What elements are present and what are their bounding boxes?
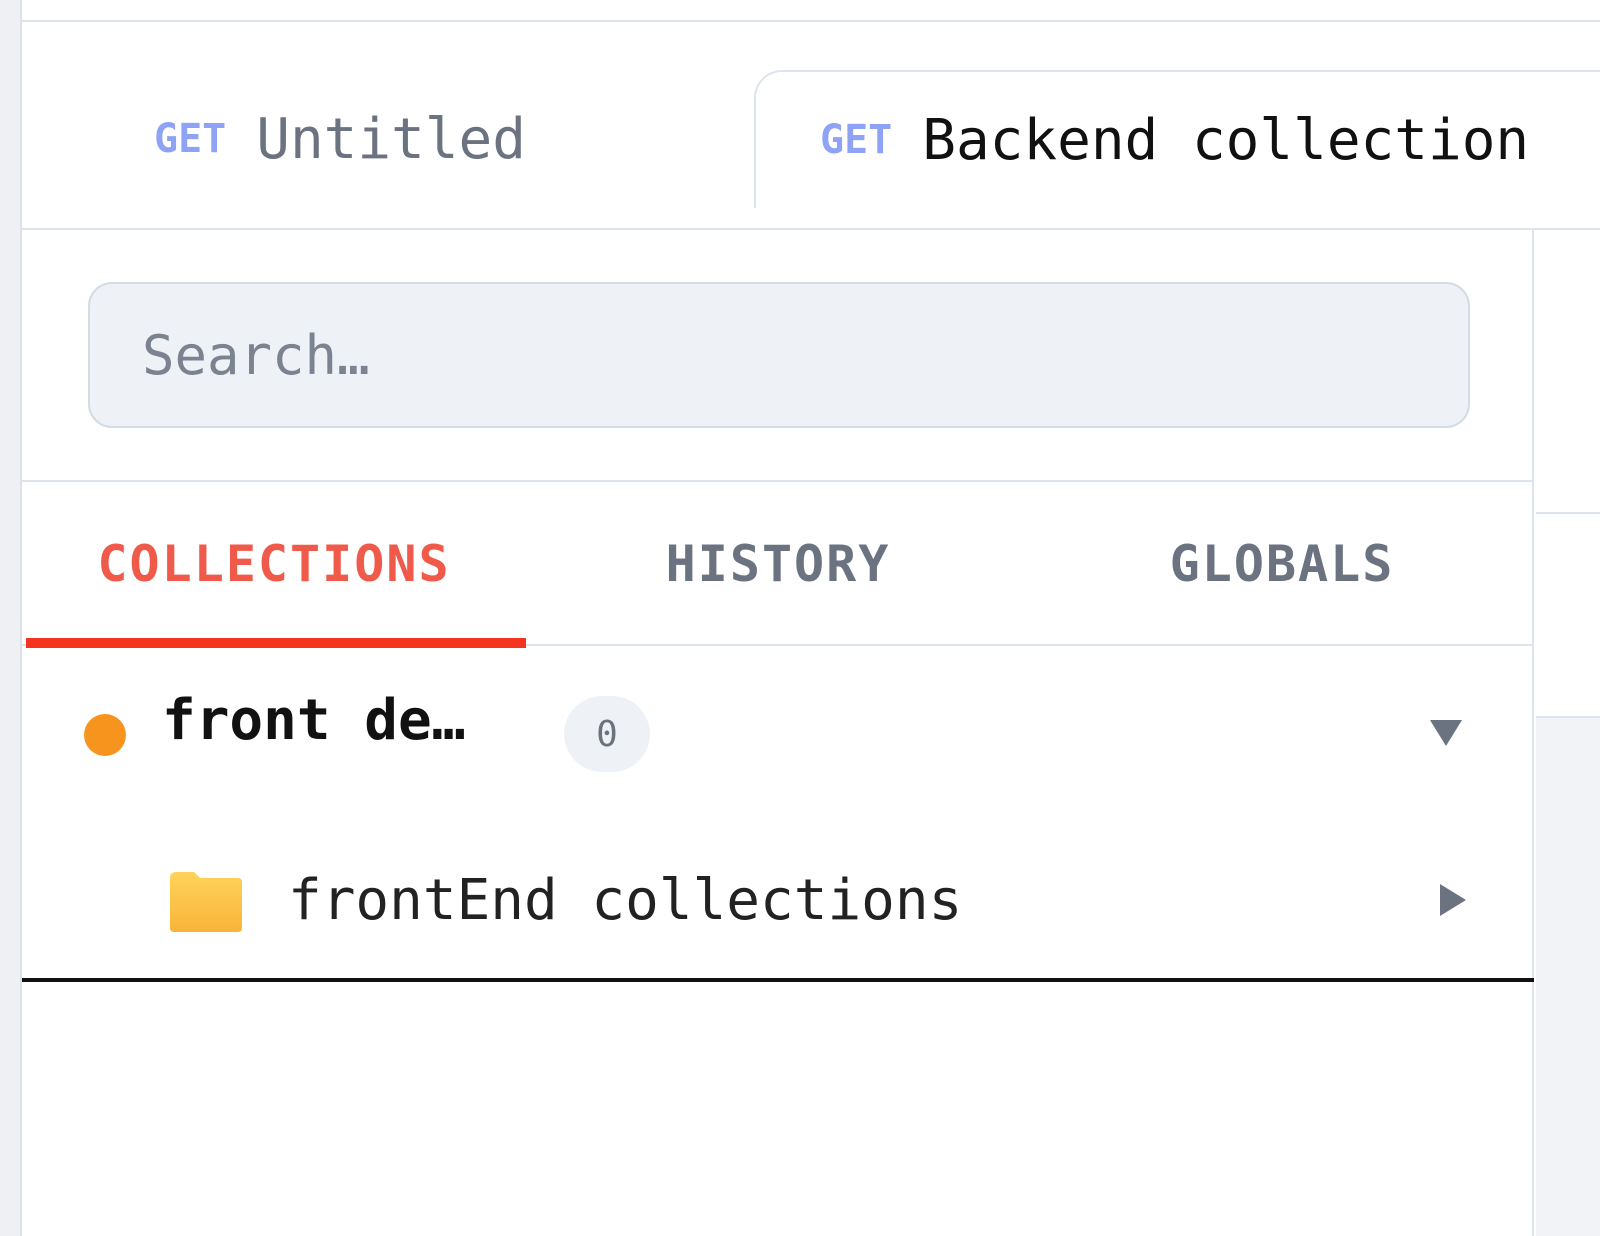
tab-label: COLLECTIONS (97, 535, 451, 593)
method-badge: GET (820, 117, 893, 163)
right-pane-edge (1536, 230, 1600, 1236)
top-edge-strip (22, 0, 1600, 22)
tab-collections[interactable]: COLLECTIONS (22, 482, 526, 648)
request-tab-title: Backend collection (922, 107, 1530, 173)
sidebar-panel: COLLECTIONS HISTORY GLOBALS front de… 0 … (22, 230, 1534, 1236)
active-tab-indicator (26, 638, 526, 648)
sidebar-tab-bar: COLLECTIONS HISTORY GLOBALS (22, 480, 1534, 648)
tab-globals[interactable]: GLOBALS (1030, 482, 1534, 646)
tab-history[interactable]: HISTORY (526, 482, 1030, 646)
request-tab-untitled[interactable]: GET Untitled (22, 70, 752, 208)
divider (1536, 512, 1600, 514)
tab-label: HISTORY (665, 535, 891, 593)
request-tab-title: Untitled (256, 106, 526, 172)
folder-icon (170, 872, 242, 932)
folder-name: frontEnd collections (288, 868, 963, 933)
caret-right-icon[interactable] (1440, 884, 1466, 916)
request-count-badge: 0 (564, 696, 650, 772)
search-input[interactable] (88, 282, 1470, 428)
method-badge: GET (154, 116, 227, 162)
request-tab-backend-collection[interactable]: GET Backend collection (754, 70, 1600, 208)
folder-row[interactable]: frontEnd collections (22, 818, 1534, 982)
left-edge-strip (0, 0, 22, 1236)
request-tab-bar: GET Untitled GET Backend collection (22, 22, 1600, 230)
tab-label: GLOBALS (1169, 535, 1395, 593)
collection-name: front de… (162, 688, 466, 753)
collection-status-dot (84, 714, 126, 756)
caret-down-icon[interactable] (1430, 720, 1462, 746)
right-pane-background (1536, 718, 1600, 1236)
collection-row[interactable]: front de… 0 (22, 648, 1534, 818)
